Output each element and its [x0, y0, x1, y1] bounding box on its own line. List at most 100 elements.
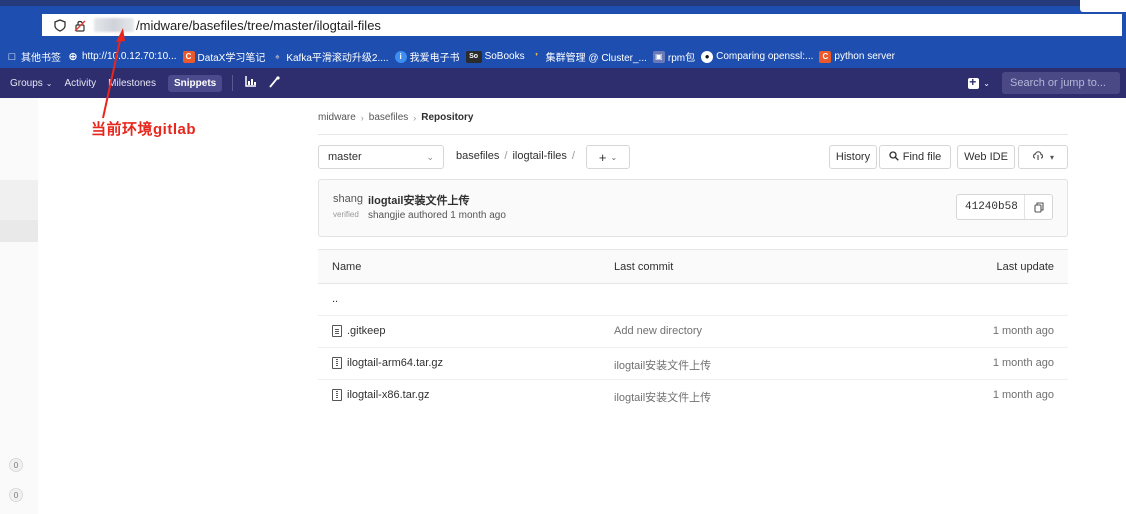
shield-icon[interactable] [52, 17, 68, 33]
csdn-icon: C [819, 50, 832, 63]
nav-snippets[interactable]: Snippets [167, 74, 223, 92]
breadcrumb-current[interactable]: Repository [421, 112, 473, 123]
bookmark-ebook[interactable]: i 我爱电子书 [394, 49, 460, 64]
clone-dropdown-button[interactable]: ▾ [1018, 145, 1068, 169]
sidebar-count-badge[interactable]: 0 [9, 488, 23, 502]
file-tree-header: Name Last commit Last update [318, 249, 1068, 284]
sidebar-count-badge[interactable]: 0 [9, 458, 23, 472]
commit-sha-link[interactable]: 41240b58 [957, 195, 1025, 219]
file-name-cell[interactable]: ilogtail-x86.tar.gz [332, 389, 430, 401]
web-ide-button[interactable]: Web IDE [957, 145, 1015, 169]
parent-directory-link[interactable]: .. [332, 293, 338, 305]
wrench-icon[interactable] [269, 75, 280, 91]
avatar[interactable]: shangjie [333, 193, 363, 205]
insecure-lock-icon[interactable] [72, 17, 88, 33]
redacted-host [94, 18, 134, 32]
file-last-update: 1 month ago [992, 325, 1054, 337]
table-row[interactable]: .gitkeep Add new directory 1 month ago [318, 316, 1068, 348]
file-icon [332, 325, 342, 337]
sobooks-icon: So [465, 50, 482, 63]
nav-activity[interactable]: Activity [65, 78, 97, 89]
history-button[interactable]: History [829, 145, 877, 169]
bookmark-host[interactable]: ⊕ http://10.0.12.70:10... [67, 51, 176, 63]
address-bar[interactable]: /midware/basefiles/tree/master/ilogtail-… [42, 14, 1122, 36]
search-icon [889, 150, 899, 164]
copy-icon[interactable] [1025, 201, 1052, 213]
bookmark-rpm[interactable]: ▣ rpm包 [652, 49, 695, 64]
github-icon: ● [701, 50, 714, 63]
new-item-dropdown[interactable]: ⌄ [968, 75, 990, 89]
commit-title[interactable]: ilogtail安装文件上传 [368, 192, 469, 208]
bookmark-other[interactable]: □ 其他书签 [6, 49, 61, 65]
chevron-down-icon: ⌄ [610, 152, 618, 162]
avatar-caption: verified [333, 210, 359, 219]
bookmark-datax[interactable]: C DataX学习笔记 [182, 49, 265, 64]
table-row-parent[interactable]: .. [318, 284, 1068, 316]
bookmark-cluster[interactable]: ❜ 集群管理 @ Cluster_... [531, 49, 647, 64]
column-header-last-commit: Last commit [614, 261, 674, 273]
path-segment[interactable]: ilogtail-files [512, 150, 566, 162]
csdn-icon: C [182, 50, 195, 63]
breadcrumb-separator-icon: › [360, 112, 364, 123]
globe-icon: ⊕ [68, 51, 78, 63]
breadcrumb-item[interactable]: basefiles [369, 112, 408, 123]
plus-icon: + [598, 149, 607, 165]
commit-meta: shangjie authored 1 month ago [368, 210, 506, 221]
annotation-text: 当前环境gitlab [91, 121, 196, 138]
path-separator: / [504, 150, 508, 162]
divider [318, 134, 1068, 135]
bookmark-openssl[interactable]: ● Comparing openssl:... [701, 50, 813, 63]
branch-name: master [328, 151, 362, 163]
chevron-down-icon: ⌄ [45, 78, 53, 88]
window-stripe [0, 0, 1126, 6]
file-last-commit[interactable]: Add new directory [614, 325, 702, 337]
path-segment[interactable]: basefiles [456, 150, 499, 162]
clone-icon [1032, 150, 1044, 164]
find-file-button[interactable]: Find file [879, 145, 951, 169]
repo-toolbar: master ⌄ basefiles / ilogtail-files / + … [318, 145, 1068, 169]
bookmark-sobooks[interactable]: So SoBooks [465, 50, 525, 63]
path-separator: / [571, 150, 575, 162]
file-name[interactable]: ilogtail-arm64.tar.gz [347, 357, 443, 369]
sidebar-band-active [0, 220, 38, 242]
search-input[interactable]: Search or jump to... [1002, 72, 1120, 94]
file-last-commit[interactable]: ilogtail安装文件上传 [614, 389, 711, 405]
branch-select[interactable]: master ⌄ [318, 145, 444, 169]
nav-milestones[interactable]: Milestones [108, 78, 156, 89]
column-header-last-update: Last update [996, 261, 1055, 273]
file-last-update: 1 month ago [992, 357, 1054, 369]
image-icon: ▣ [652, 50, 665, 63]
archive-icon [332, 357, 342, 369]
file-last-commit[interactable]: ilogtail安装文件上传 [614, 357, 711, 373]
breadcrumb-item[interactable]: midware [318, 112, 356, 123]
ebook-icon: i [394, 50, 407, 63]
table-row[interactable]: ilogtail-arm64.tar.gz ilogtail安装文件上传 1 m… [318, 348, 1068, 380]
url-text[interactable]: /midware/basefiles/tree/master/ilogtail-… [136, 18, 381, 33]
add-to-tree-button[interactable]: + ⌄ [586, 145, 630, 169]
commit-sha: 41240b58 [956, 194, 1053, 220]
archive-icon [332, 389, 342, 401]
chevron-down-icon: ⌄ [426, 151, 434, 162]
breadcrumb: midware › basefiles › Repository [318, 112, 474, 123]
file-name-cell[interactable]: .gitkeep [332, 325, 386, 337]
file-name[interactable]: .gitkeep [347, 325, 386, 337]
file-name-cell[interactable]: ilogtail-arm64.tar.gz [332, 357, 443, 369]
column-header-name: Name [332, 261, 362, 273]
window-corner [1080, 0, 1126, 12]
sidebar-band [0, 180, 38, 220]
file-last-update: 1 month ago [992, 389, 1054, 401]
breadcrumb-separator-icon: › [413, 112, 417, 123]
last-commit-panel: shangjie verified ilogtail安装文件上传 shangji… [318, 179, 1068, 237]
browser-chrome: /midware/basefiles/tree/master/ilogtail-… [0, 0, 1126, 45]
repo-path: basefiles / ilogtail-files / [456, 150, 575, 162]
chevron-down-icon: ▾ [1049, 152, 1054, 162]
nav-groups[interactable]: Groups ⌄ [10, 78, 53, 89]
file-name[interactable]: ilogtail-x86.tar.gz [347, 389, 430, 401]
chevron-down-icon: ⌄ [983, 78, 990, 88]
left-sidebar: 0 0 [0, 98, 38, 514]
chart-icon[interactable] [245, 76, 257, 90]
table-row[interactable]: ilogtail-x86.tar.gz ilogtail安装文件上传 1 mon… [318, 380, 1068, 412]
bookmark-python[interactable]: Cpython server [819, 50, 895, 63]
bookmark-kafka[interactable]: ♠ Kafka平滑滚动升级2.... [271, 49, 388, 64]
folder-icon: □ [8, 50, 16, 63]
